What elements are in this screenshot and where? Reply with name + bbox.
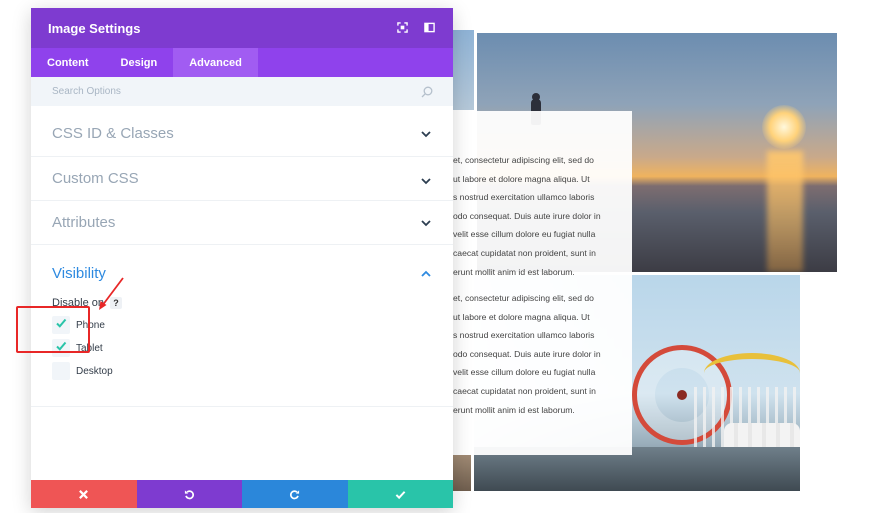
tab-content[interactable]: Content [31, 48, 105, 77]
checkbox-box[interactable] [52, 362, 70, 380]
annotation-highlight-box [16, 306, 90, 353]
search-bar [31, 77, 453, 106]
paragraph-line: ut labore et dolore magna aliqua. Ut [453, 311, 590, 322]
section-title-css-id-classes: CSS ID & Classes [52, 125, 174, 142]
section-title-attributes: Attributes [52, 214, 116, 231]
discard-button[interactable] [31, 480, 137, 508]
tab-bar: Content Design Advanced [31, 48, 453, 77]
paragraph-line: odo consequat. Duis aute irure dolor in [453, 348, 601, 359]
pier-tents [724, 423, 800, 447]
text-block-2: et, consectetur adipiscing elit, sed do … [453, 275, 632, 455]
undo-icon [184, 489, 194, 499]
save-button[interactable] [347, 480, 453, 508]
section-visibility: Visibility Disable on ? Phone Tablet Des… [31, 245, 453, 407]
search-input[interactable] [52, 86, 392, 97]
expand-icon[interactable] [397, 22, 408, 33]
chevron-up-icon[interactable] [421, 270, 431, 278]
section-title-custom-css: Custom CSS [52, 170, 139, 187]
tab-advanced[interactable]: Advanced [173, 48, 258, 77]
annotation-arrow-icon [99, 277, 124, 310]
tab-design[interactable]: Design [105, 48, 174, 77]
paragraph-line: s nostrud exercitation ullamco laboris [453, 330, 595, 341]
redo-icon [290, 489, 300, 499]
modal-footer [31, 480, 453, 508]
paragraph-line: caecat cupidatat non proident, sunt in [453, 385, 596, 396]
paragraph-line: ut labore et dolore magna aliqua. Ut [453, 173, 590, 184]
paragraph-line: s nostrud exercitation ullamco laboris [453, 192, 595, 203]
text-block-1: et, consectetur adipiscing elit, sed do … [453, 111, 632, 277]
paragraph-line: odo consequat. Duis aute irure dolor in [453, 210, 601, 221]
paragraph-line: et, consectetur adipiscing elit, sed do [453, 293, 594, 303]
section-attributes[interactable]: Attributes [31, 201, 453, 245]
checkbox-label-desktop: Desktop [76, 365, 113, 377]
screen: et, consectetur adipiscing elit, sed do … [0, 0, 880, 513]
ferris-wheel-hub [677, 390, 687, 400]
save-check-icon [395, 490, 406, 499]
image-settings-modal: Image Settings Content Design Advanced C [31, 8, 453, 508]
sun-reflection [767, 151, 803, 272]
paragraph-line: erunt mollit anim id est laborum. [453, 404, 575, 415]
paragraph-line: velit esse cillum dolore eu fugiat nulla [453, 367, 596, 378]
discard-icon [79, 489, 89, 499]
sidebar-toggle-icon[interactable] [424, 22, 435, 33]
checkbox-desktop[interactable]: Desktop [52, 362, 113, 380]
redo-button[interactable] [242, 480, 348, 508]
undo-button[interactable] [136, 480, 242, 508]
cropped-photo-bottom-left [453, 455, 471, 491]
cropped-photo-top-left [453, 30, 474, 110]
chevron-down-icon [421, 220, 431, 227]
search-icon[interactable] [421, 86, 433, 98]
modal-header: Image Settings [31, 8, 453, 48]
chevron-down-icon [421, 178, 431, 185]
section-custom-css[interactable]: Custom CSS [31, 157, 453, 201]
modal-title: Image Settings [48, 20, 141, 36]
chevron-down-icon [421, 131, 431, 138]
paragraph-line: velit esse cillum dolore eu fugiat nulla [453, 229, 596, 240]
section-css-id-classes[interactable]: CSS ID & Classes [31, 112, 453, 157]
paragraph-line: et, consectetur adipiscing elit, sed do [453, 155, 594, 165]
paragraph-line: caecat cupidatat non proident, sunt in [453, 247, 596, 258]
sun [762, 105, 806, 149]
